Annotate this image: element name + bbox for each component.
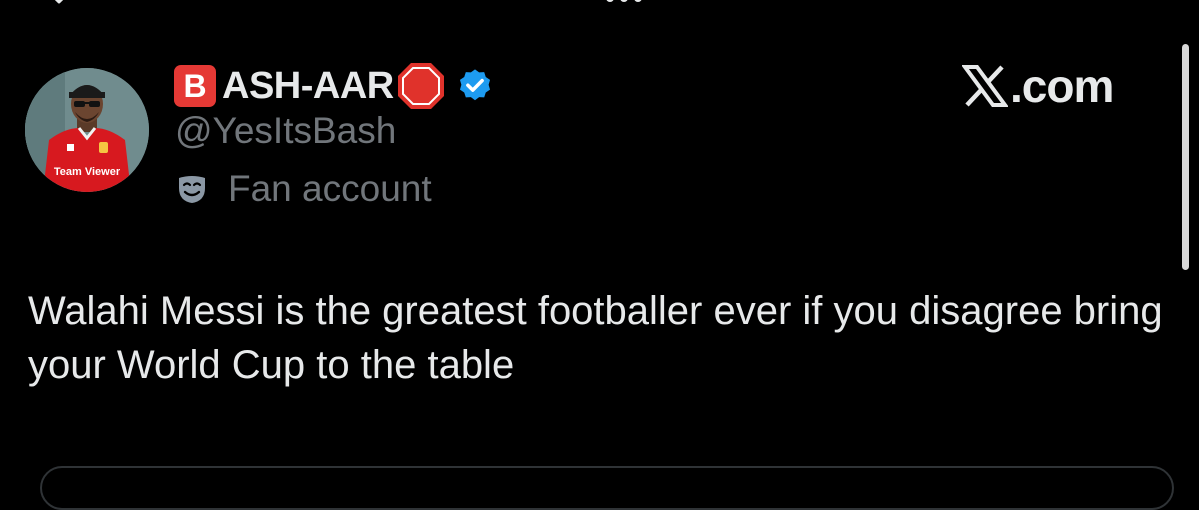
avatar[interactable]: Team Viewer xyxy=(25,68,149,192)
avatar-image: Team Viewer xyxy=(25,68,149,192)
account-label-text: Fan account xyxy=(228,168,432,209)
letter-b-emoji-icon: B xyxy=(174,65,216,107)
author-handle[interactable]: @YesItsBash xyxy=(175,110,396,152)
embedded-card[interactable] xyxy=(40,466,1174,510)
account-label: Fan account xyxy=(176,166,432,212)
display-name[interactable]: ASH-AAR xyxy=(222,65,394,108)
author-name-row[interactable]: B ASH-AAR xyxy=(174,60,494,112)
mask-icon xyxy=(179,176,205,203)
x-logo-icon xyxy=(962,65,1008,107)
tweet-text: Walahi Messi is the greatest footballer … xyxy=(28,289,1163,387)
chevron-down-icon[interactable] xyxy=(48,0,70,8)
source-domain-text: .com xyxy=(1010,60,1114,112)
stop-sign-emoji-icon xyxy=(397,63,444,109)
more-dots-icon[interactable] xyxy=(604,0,644,6)
verified-badge-icon[interactable] xyxy=(456,67,494,105)
scrollbar[interactable] xyxy=(1182,44,1189,270)
jersey-sponsor-text: Team Viewer xyxy=(54,166,121,178)
source-x-com: .com xyxy=(962,58,1114,114)
